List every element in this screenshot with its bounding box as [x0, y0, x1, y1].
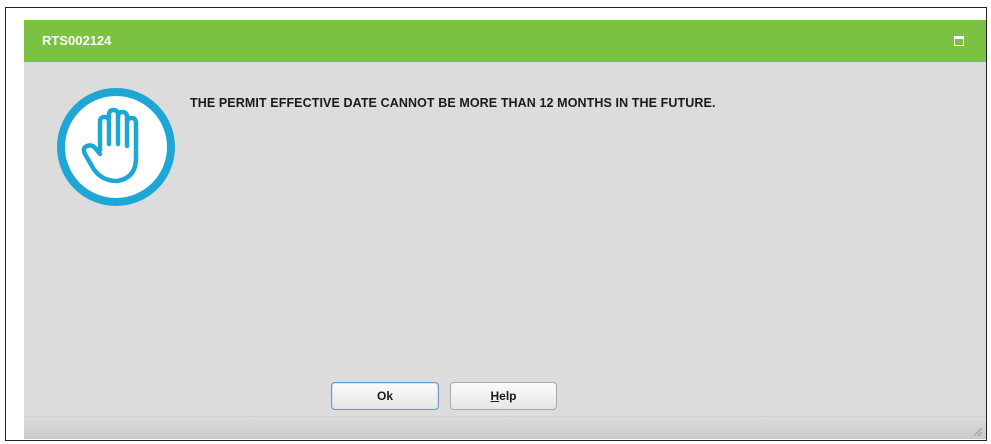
stop-hand-icon — [57, 88, 175, 206]
dialog-title: RTS002124 — [42, 33, 112, 48]
alert-dialog: RTS002124 THE PERMIT EFFECTIVE DATE CANN… — [24, 20, 986, 439]
help-button[interactable]: Help — [450, 382, 557, 410]
ok-button[interactable]: Ok — [331, 382, 439, 410]
status-bar — [24, 416, 986, 439]
help-label: elp — [499, 389, 517, 403]
dialog-title-bar[interactable]: RTS002124 — [24, 20, 986, 62]
maximize-icon[interactable] — [954, 36, 964, 46]
error-message: THE PERMIT EFFECTIVE DATE CANNOT BE MORE… — [190, 96, 716, 110]
resize-grip-icon[interactable] — [972, 426, 982, 436]
help-mnemonic: H — [490, 389, 500, 403]
